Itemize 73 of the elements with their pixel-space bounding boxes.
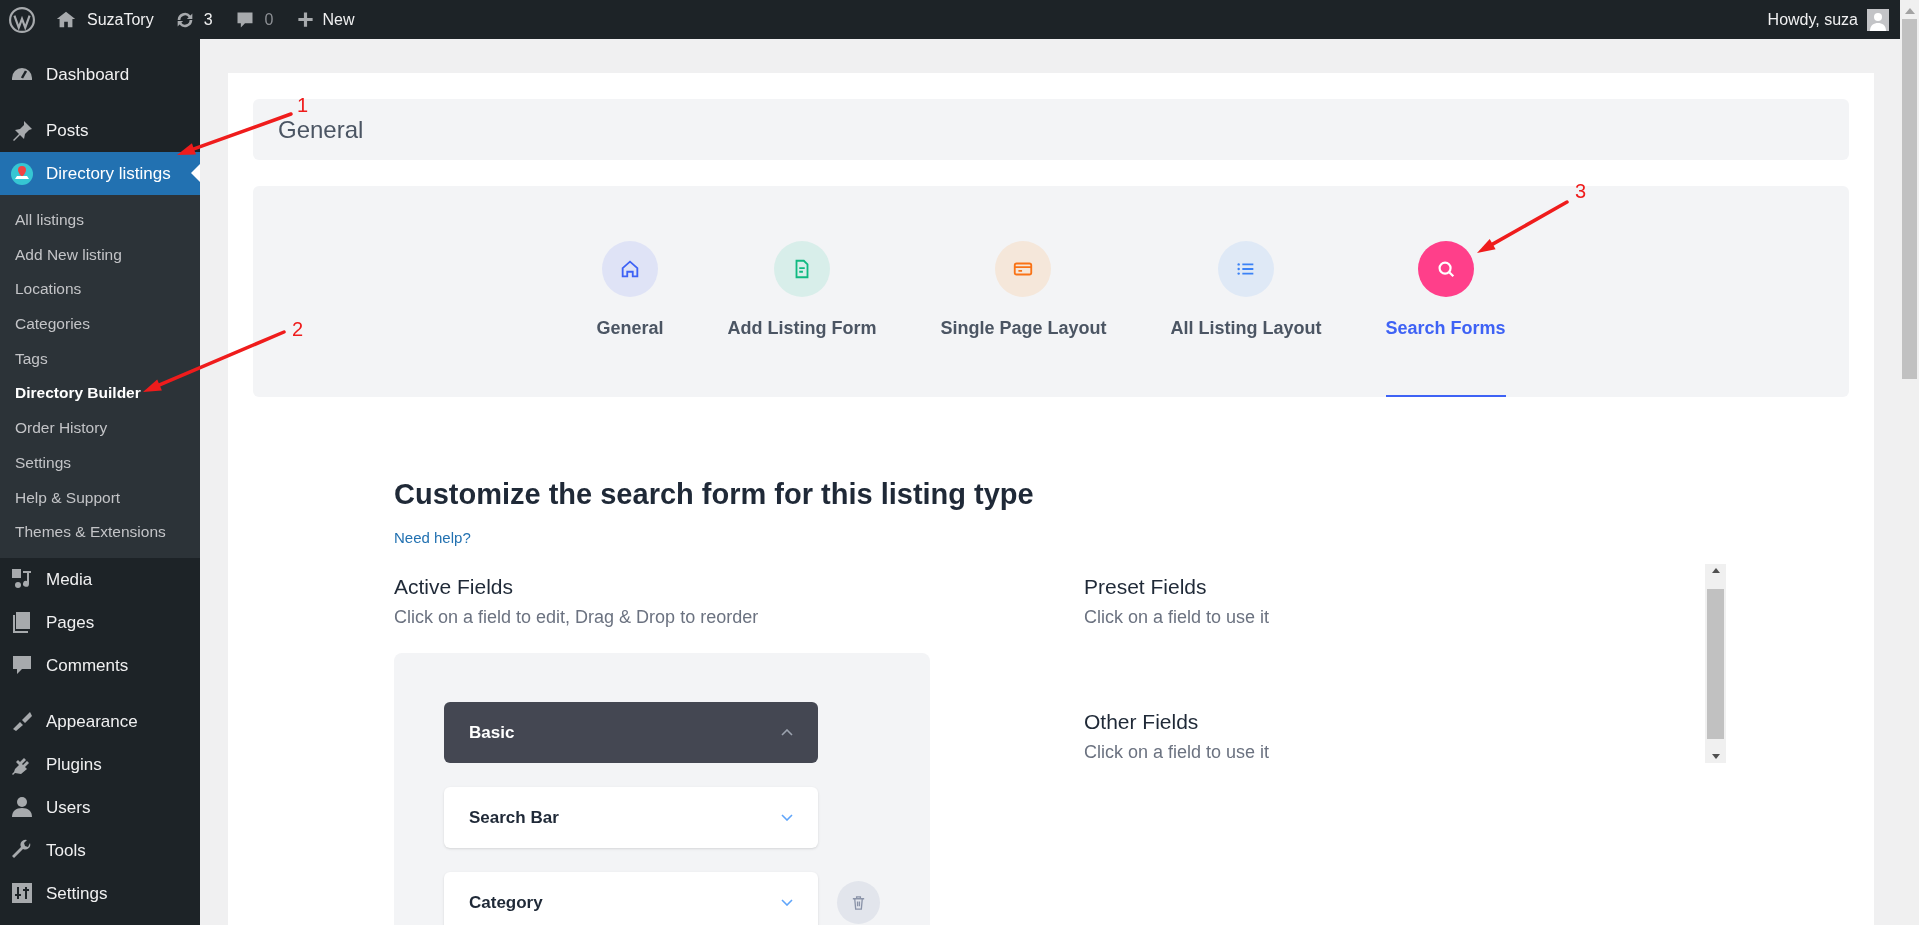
submenu-item[interactable]: All listings: [0, 203, 200, 238]
tab[interactable]: All Listing Layout: [1170, 186, 1322, 397]
plus-icon: [295, 10, 315, 29]
submenu-item[interactable]: Locations: [0, 272, 200, 308]
avatar-icon: [1867, 8, 1889, 31]
annotation-number: 1: [297, 94, 309, 116]
scroll-down-icon: [1711, 754, 1720, 759]
tab[interactable]: Search Forms: [1385, 186, 1506, 397]
tab-label: All Listing Layout: [1170, 317, 1322, 340]
menu-item[interactable]: Tools: [0, 828, 200, 872]
tab-label: Add Listing Form: [727, 317, 877, 340]
site-name: SuzaTory: [87, 9, 154, 30]
tab-label: Single Page Layout: [940, 317, 1107, 340]
site-link[interactable]: SuzaTory: [55, 7, 154, 32]
scroll-thumb[interactable]: [1707, 588, 1724, 739]
caret-down-icon: [781, 814, 793, 821]
menu-item[interactable]: Settings: [0, 871, 200, 915]
field-item[interactable]: Search Bar: [444, 787, 818, 848]
submenu-item[interactable]: Help & Support: [0, 480, 200, 516]
column-title: Preset Fields: [1084, 574, 1208, 600]
menu-item[interactable]: Appearance: [0, 699, 200, 743]
submenu-item[interactable]: Themes & Extensions: [0, 515, 200, 550]
scroll-thumb[interactable]: [1902, 19, 1917, 379]
comments-link[interactable]: 0: [234, 7, 274, 32]
person-icon: [10, 795, 34, 820]
menu-item[interactable]: Comments: [0, 643, 200, 687]
map-pin-icon: [10, 161, 34, 186]
field-item[interactable]: Category: [444, 872, 818, 925]
tab[interactable]: General: [596, 186, 664, 397]
section-title: Customize the search form for this listing type: [394, 477, 1035, 511]
submenu-item[interactable]: Settings: [0, 445, 200, 481]
caret-down-icon: [781, 899, 793, 906]
menu-item[interactable]: Directory listings: [0, 152, 200, 195]
sliders-icon: [10, 881, 34, 906]
comment-count: 0: [264, 9, 274, 30]
column-subtitle: Click on a field to edit, Drag & Drop to reorder: [394, 606, 760, 629]
tab[interactable]: Add Listing Form: [727, 186, 877, 397]
caret-up-icon: [781, 729, 793, 736]
tab-label: Search Forms: [1385, 317, 1506, 340]
tab[interactable]: Single Page Layout: [940, 186, 1107, 397]
trash-icon: [850, 894, 867, 911]
annotation-number: 3: [1575, 180, 1587, 202]
submenu-item[interactable]: Tags: [0, 341, 200, 377]
column-subtitle: Click on a field to use it: [1084, 741, 1271, 764]
submenu-item[interactable]: Order History: [0, 411, 200, 446]
help-link[interactable]: Need help?: [394, 527, 471, 550]
menu-item[interactable]: Users: [0, 785, 200, 829]
greeting: Howdy, suza: [1767, 9, 1858, 30]
submenu-item[interactable]: Add New listing: [0, 237, 200, 273]
submenu-item[interactable]: Directory Builder: [0, 376, 200, 412]
column-subtitle: Click on a field to use it: [1084, 606, 1271, 629]
scroll-up-icon: [1711, 568, 1720, 573]
column-title: Other Fields: [1084, 709, 1200, 735]
menu-item[interactable]: Pages: [0, 600, 200, 644]
new-label: New: [322, 9, 355, 30]
scroll-up-icon[interactable]: [1904, 8, 1915, 14]
header-title: General: [278, 114, 364, 145]
menu-item[interactable]: Plugins: [0, 742, 200, 786]
page-scrollbar[interactable]: [1900, 0, 1919, 925]
menu-item[interactable]: Posts: [0, 109, 200, 152]
tab-label: General: [596, 317, 664, 340]
submenu-item[interactable]: Categories: [0, 307, 200, 342]
section-header[interactable]: Basic: [444, 702, 818, 763]
fields-scrollbar[interactable]: [1705, 564, 1726, 763]
delete-button[interactable]: [837, 881, 880, 924]
account-link[interactable]: Howdy, suza: [1767, 7, 1889, 32]
new-link[interactable]: New: [295, 7, 355, 32]
updates-link[interactable]: 3: [173, 7, 213, 32]
update-count: 3: [203, 9, 213, 30]
column-title: Active Fields: [394, 574, 515, 600]
menu-item[interactable]: Dashboard: [0, 53, 200, 96]
menu-item[interactable]: Media: [0, 557, 200, 601]
annotation-number: 2: [292, 318, 304, 340]
